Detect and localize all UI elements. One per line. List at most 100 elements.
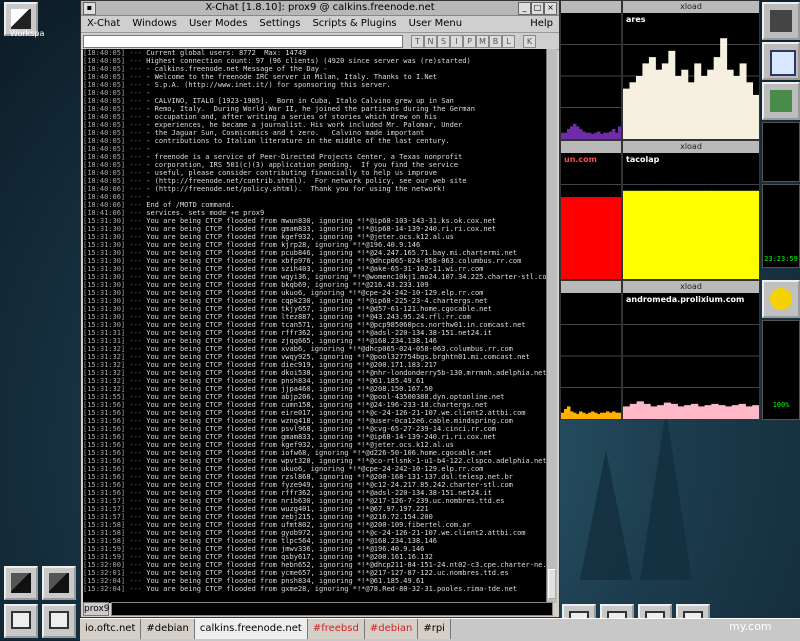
xchat-title: X-Chat [1.8.10]: prox9 @ calkins.freenod… bbox=[205, 2, 435, 13]
window-menu-icon[interactable]: ▪ bbox=[83, 2, 96, 15]
timestamp: [18:40:06] bbox=[83, 185, 126, 193]
maximize-icon[interactable]: □ bbox=[531, 2, 544, 15]
dock-image-icon[interactable] bbox=[762, 82, 800, 120]
tab-rpi[interactable]: #rpi bbox=[418, 619, 451, 639]
mode-button-i[interactable]: I bbox=[450, 35, 463, 48]
timestamp: [15:32:00] bbox=[83, 561, 126, 569]
cpu-meter bbox=[762, 122, 800, 182]
timestamp: [15:31:58] bbox=[83, 529, 126, 537]
message-text: You are being CTCP flooded from gyob972,… bbox=[146, 529, 526, 537]
message-text: - contributions to Italian literature in… bbox=[146, 137, 450, 145]
clock-widget: 23:23:59 bbox=[762, 184, 800, 268]
mode-button-s[interactable]: S bbox=[437, 35, 450, 48]
xload-bar bbox=[561, 197, 565, 279]
timestamp: [15:32:01] bbox=[83, 569, 126, 577]
chat-line: [18:40:05] --- - freenode is a service o… bbox=[83, 153, 547, 161]
monitor-icon-1[interactable] bbox=[4, 604, 38, 638]
xload-titlebar[interactable] bbox=[561, 281, 621, 293]
message-input[interactable] bbox=[111, 602, 553, 616]
timestamp: [18:40:05] bbox=[83, 129, 126, 137]
tab-io-oftc[interactable]: io.oftc.net bbox=[80, 619, 142, 639]
chat-line: [15:31:57] --- You are being CTCP floode… bbox=[83, 513, 547, 521]
monitor-icon-2[interactable] bbox=[42, 604, 76, 638]
line-prefix: --- bbox=[125, 177, 147, 185]
xload-bar bbox=[684, 190, 692, 279]
tab-calkins-freenode[interactable]: calkins.freenode.net bbox=[194, 619, 308, 639]
message-text: Highest connection count: 97 (96 clients… bbox=[146, 57, 471, 65]
xchat-titlebar[interactable]: X-Chat [1.8.10]: prox9 @ calkins.freenod… bbox=[81, 1, 559, 16]
xload-bar bbox=[623, 88, 630, 139]
menu-scripts-plugins[interactable]: Scripts & Plugins bbox=[306, 16, 402, 32]
message-text: You are being CTCP flooded from mwun830,… bbox=[146, 217, 497, 225]
menu-user-modes[interactable]: User Modes bbox=[183, 16, 253, 32]
xload-bar bbox=[752, 190, 759, 279]
topic-input[interactable] bbox=[83, 35, 403, 48]
menu-user-menu[interactable]: User Menu bbox=[403, 16, 468, 32]
menu-windows[interactable]: Windows bbox=[126, 16, 183, 32]
mode-button-t[interactable]: T bbox=[411, 35, 424, 48]
timestamp: [15:31:57] bbox=[83, 513, 126, 521]
workspace-tile-2[interactable] bbox=[42, 566, 76, 600]
chat-line: [18:40:05] --- Current global users: 877… bbox=[83, 49, 547, 57]
menu-help[interactable]: Help bbox=[524, 16, 559, 32]
tab-debian-1[interactable]: #debian bbox=[141, 619, 195, 639]
xload-titlebar[interactable]: xload bbox=[623, 281, 759, 293]
message-text: You are being CTCP flooded from xvab6, i… bbox=[146, 345, 513, 353]
chat-log[interactable]: [18:40:05] --- Current global users: 877… bbox=[83, 49, 547, 603]
workspace-tile-1[interactable] bbox=[4, 566, 38, 600]
scrollbar-thumb[interactable] bbox=[548, 569, 556, 599]
xload-bar bbox=[591, 133, 595, 139]
xload-bar bbox=[606, 411, 610, 419]
xchat-window: X-Chat [1.8.10]: prox9 @ calkins.freenod… bbox=[80, 0, 560, 618]
mode-button-k[interactable]: K bbox=[523, 35, 536, 48]
message-text: You are being CTCP flooded from pcub846,… bbox=[146, 249, 518, 257]
message-text: You are being CTCP flooded from wpvt328,… bbox=[146, 457, 547, 465]
mode-button-p[interactable]: P bbox=[463, 35, 476, 48]
xload-bar bbox=[570, 197, 574, 279]
dock-user-icon[interactable] bbox=[762, 280, 800, 318]
chat-line: [18:40:05] --- - Remo, Italy. During Wor… bbox=[83, 105, 547, 113]
menu-settings[interactable]: Settings bbox=[253, 16, 306, 32]
xload-host-label: andromeda.prolixium.com bbox=[626, 295, 745, 304]
timestamp: [15:31:55] bbox=[83, 393, 126, 401]
chat-line: [15:31:30] --- You are being CTCP floode… bbox=[83, 257, 547, 265]
line-prefix: --- bbox=[125, 257, 147, 265]
line-prefix: --- bbox=[125, 193, 147, 201]
dock-monitor-icon[interactable] bbox=[762, 42, 800, 80]
line-prefix: --- bbox=[125, 353, 147, 361]
tree-silhouette bbox=[580, 450, 632, 580]
xload-bar bbox=[648, 57, 656, 139]
xload-bar bbox=[564, 197, 568, 279]
dock-icon-1[interactable] bbox=[762, 2, 800, 40]
chat-line: [18:40:05] --- - bbox=[83, 89, 547, 97]
xload-bar bbox=[603, 132, 607, 139]
tab-freebsd[interactable]: #freebsd bbox=[307, 619, 365, 639]
timestamp: [18:40:05] bbox=[83, 57, 126, 65]
xload-titlebar[interactable] bbox=[561, 1, 621, 13]
xload-bar bbox=[733, 76, 741, 139]
xload-bar bbox=[576, 126, 580, 139]
mode-button-b[interactable]: B bbox=[489, 35, 502, 48]
mode-button-m[interactable]: M bbox=[476, 35, 489, 48]
mode-button-l[interactable]: L bbox=[502, 35, 515, 48]
chat-scrollbar[interactable] bbox=[546, 49, 557, 603]
chat-line: [18:40:06] --- - bbox=[83, 193, 547, 201]
tab-debian-2[interactable]: #debian bbox=[364, 619, 419, 639]
xload-titlebar[interactable] bbox=[561, 141, 621, 153]
timestamp: [15:31:30] bbox=[83, 297, 126, 305]
mode-button-n[interactable]: N bbox=[424, 35, 437, 48]
timestamp: [15:31:32] bbox=[83, 353, 126, 361]
menu-xchat[interactable]: X-Chat bbox=[81, 16, 126, 32]
xload-bar bbox=[704, 190, 712, 279]
close-icon[interactable]: × bbox=[544, 2, 557, 15]
timestamp: [15:31:56] bbox=[83, 401, 126, 409]
xload-bar bbox=[579, 411, 583, 419]
nick-button[interactable]: prox9 bbox=[83, 602, 110, 616]
xload-bar bbox=[579, 197, 583, 279]
timestamp: [15:31:56] bbox=[83, 457, 126, 465]
xload-bar bbox=[718, 405, 726, 419]
minimize-icon[interactable]: _ bbox=[518, 2, 531, 15]
xload-titlebar[interactable]: xload bbox=[623, 141, 759, 153]
xload-titlebar[interactable]: xload bbox=[623, 1, 759, 13]
timestamp: [18:40:05] bbox=[83, 137, 126, 145]
